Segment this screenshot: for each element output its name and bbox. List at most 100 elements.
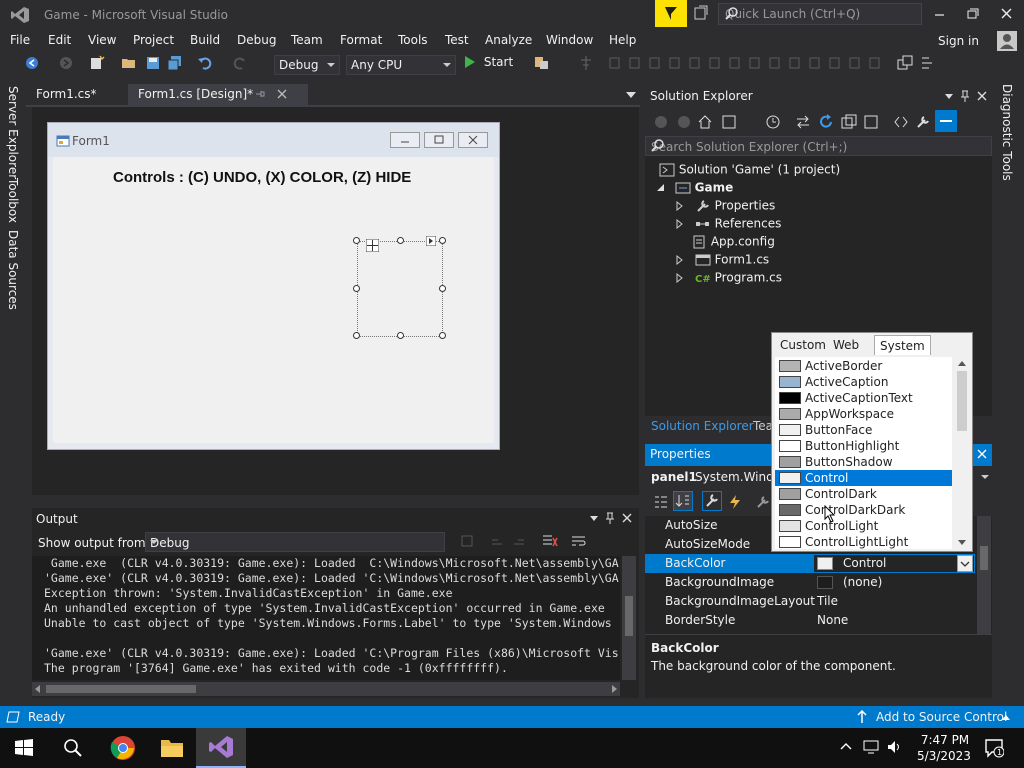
- tab-system[interactable]: System: [874, 335, 931, 355]
- data-sources-tab[interactable]: Data Sources: [6, 230, 20, 310]
- panel1-selected[interactable]: [353, 236, 446, 339]
- tree-item-app-config[interactable]: App.config: [691, 234, 775, 249]
- output-horizontal-scrollbar[interactable]: [32, 682, 620, 696]
- solution-configuration-select[interactable]: Debug: [274, 55, 340, 75]
- browse-link-icon[interactable]: [533, 55, 551, 71]
- clock-date[interactable]: 5/3/2023: [913, 749, 975, 763]
- property-row-backcolor[interactable]: BackColor Control: [645, 554, 975, 573]
- tab-form1-design[interactable]: Form1.cs [Design]*: [128, 84, 308, 106]
- color-item-controllightlight[interactable]: ControlLightLight: [775, 534, 952, 549]
- tab-solution-explorer[interactable]: Solution Explorer: [651, 419, 754, 433]
- feedback-icon[interactable]: [694, 5, 708, 21]
- resize-handle[interactable]: [353, 332, 360, 339]
- server-explorer-tab[interactable]: Server Explorer: [6, 86, 20, 179]
- clock-time[interactable]: 7:47 PM: [915, 733, 975, 747]
- menu-analyze[interactable]: Analyze: [485, 33, 532, 47]
- add-to-source-control-button[interactable]: Add to Source Control: [876, 710, 1007, 724]
- feedback-flag-button[interactable]: [655, 0, 687, 27]
- quick-launch-input[interactable]: Quick Launch (Ctrl+Q): [718, 3, 922, 25]
- chevron-down-icon[interactable]: [981, 475, 989, 479]
- property-row-borderstyle[interactable]: BorderStyle None: [645, 611, 975, 630]
- back-icon[interactable]: [24, 55, 40, 71]
- resize-handle[interactable]: [397, 332, 404, 339]
- close-button[interactable]: [999, 6, 1015, 22]
- switch-views-icon[interactable]: [721, 114, 737, 130]
- view-code-icon[interactable]: [893, 114, 909, 130]
- minimize-button[interactable]: [932, 6, 948, 22]
- window-position-icon[interactable]: [945, 94, 953, 99]
- account-avatar-icon[interactable]: [997, 31, 1017, 51]
- color-item-activecaption[interactable]: ActiveCaption: [775, 374, 952, 390]
- undo-icon[interactable]: [197, 55, 213, 71]
- network-icon[interactable]: [862, 739, 880, 755]
- tab-form1-code[interactable]: Form1.cs*: [26, 84, 126, 106]
- resize-handle[interactable]: [439, 285, 446, 292]
- start-button[interactable]: Start: [464, 54, 513, 69]
- pin-icon[interactable]: [254, 88, 266, 100]
- menu-window[interactable]: Window: [546, 33, 593, 47]
- project-node-game[interactable]: Game: [655, 180, 733, 195]
- color-list-scrollbar[interactable]: [954, 357, 970, 549]
- property-pages-icon[interactable]: [755, 494, 771, 510]
- preview-selected-items-button[interactable]: [935, 110, 957, 132]
- menu-view[interactable]: View: [88, 33, 116, 47]
- color-item-appworkspace[interactable]: AppWorkspace: [775, 406, 952, 422]
- new-project-icon[interactable]: [89, 55, 105, 71]
- color-item-controldark[interactable]: ControlDark: [775, 486, 952, 502]
- maximize-button[interactable]: [965, 6, 981, 22]
- color-item-controllight[interactable]: ControlLight: [775, 518, 952, 534]
- tree-item-properties[interactable]: Properties: [675, 198, 775, 213]
- close-pane-icon[interactable]: [976, 90, 988, 102]
- pin-icon[interactable]: [605, 512, 615, 524]
- menu-help[interactable]: Help: [609, 33, 636, 47]
- tab-order-icon[interactable]: [920, 55, 936, 71]
- toolbox-tab[interactable]: Toolbox: [6, 178, 20, 223]
- collapse-all-icon[interactable]: [841, 114, 857, 130]
- resize-handle[interactable]: [353, 285, 360, 292]
- diagnostic-tools-tab[interactable]: Diagnostic Tools: [1000, 84, 1014, 181]
- window-position-icon[interactable]: [590, 516, 598, 521]
- resize-handle[interactable]: [439, 332, 446, 339]
- properties-scrollbar[interactable]: [977, 516, 991, 634]
- close-tab-icon[interactable]: [276, 88, 288, 100]
- show-all-files-icon[interactable]: [863, 114, 879, 130]
- tab-custom[interactable]: Custom: [775, 335, 831, 355]
- sign-in-link[interactable]: Sign in: [938, 34, 979, 48]
- save-icon[interactable]: [145, 55, 161, 71]
- file-explorer-icon[interactable]: [160, 737, 184, 759]
- properties-wrench-icon[interactable]: [915, 114, 931, 130]
- output-vertical-scrollbar[interactable]: [622, 556, 636, 680]
- menu-build[interactable]: Build: [190, 33, 220, 47]
- save-all-icon[interactable]: [167, 55, 183, 71]
- output-text[interactable]: Game.exe (CLR v4.0.30319: Game.exe): Loa…: [32, 556, 620, 680]
- events-lightning-icon[interactable]: [727, 494, 743, 510]
- color-item-buttonface[interactable]: ButtonFace: [775, 422, 952, 438]
- color-item-controldarkdark[interactable]: ControlDarkDark: [775, 502, 952, 518]
- tree-item-form1-cs[interactable]: Form1.cs: [675, 252, 769, 267]
- menu-debug[interactable]: Debug: [237, 33, 276, 47]
- refresh-icon[interactable]: [818, 114, 834, 130]
- open-file-icon[interactable]: [121, 55, 137, 71]
- menu-format[interactable]: Format: [340, 33, 382, 47]
- solution-node[interactable]: Solution 'Game' (1 project): [659, 162, 840, 177]
- alphabetical-icon[interactable]: [673, 491, 693, 511]
- resize-handle[interactable]: [353, 237, 360, 244]
- solution-platform-select[interactable]: Any CPU: [346, 55, 456, 75]
- color-item-buttonhighlight[interactable]: ButtonHighlight: [775, 438, 952, 454]
- bring-to-front-icon[interactable]: [897, 55, 913, 71]
- volume-icon[interactable]: [886, 739, 904, 755]
- color-item-activeborder[interactable]: ActiveBorder: [775, 358, 952, 374]
- move-glyph-icon[interactable]: [366, 239, 379, 252]
- menu-test[interactable]: Test: [445, 33, 469, 47]
- menu-project[interactable]: Project: [133, 33, 174, 47]
- menu-tools[interactable]: Tools: [398, 33, 428, 47]
- form1-client-area[interactable]: Controls : (C) UNDO, (X) COLOR, (Z) HIDE: [53, 157, 494, 443]
- menu-team[interactable]: Team: [291, 33, 323, 47]
- word-wrap-icon[interactable]: [571, 534, 587, 548]
- resize-handle[interactable]: [439, 237, 446, 244]
- pending-changes-filter-icon[interactable]: [765, 114, 781, 130]
- categorized-icon[interactable]: [653, 494, 669, 510]
- tree-item-references[interactable]: References: [675, 216, 781, 231]
- visual-studio-taskbar-icon[interactable]: [196, 728, 246, 768]
- clear-all-icon[interactable]: [542, 534, 558, 548]
